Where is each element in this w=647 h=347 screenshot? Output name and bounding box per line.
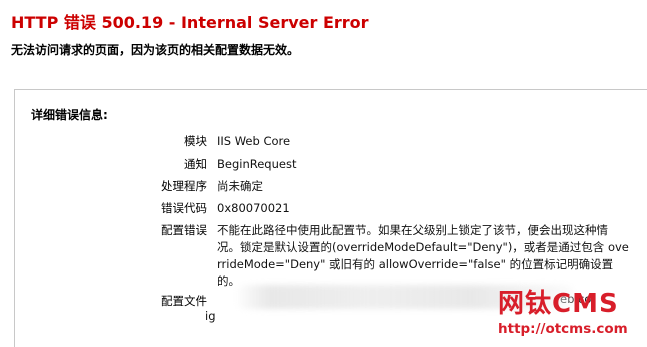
page-title: HTTP 错误 500.19 - Internal Server Error — [11, 13, 369, 32]
detail-row-label: 配置文件 — [161, 294, 207, 308]
watermark: 网钛CMS http://otcms.com — [498, 283, 643, 345]
watermark-url: http://otcms.com — [498, 321, 628, 337]
config-error-line-3: rrideMode="Deny" 或旧有的 allowOverride="fal… — [217, 257, 614, 271]
error-page: HTTP 错误 500.19 - Internal Server Error 无… — [0, 0, 647, 347]
detail-row-value: BeginRequest — [217, 157, 297, 171]
detail-row-label: 处理程序 — [161, 179, 207, 193]
config-error-line-1: 不能在此路径中使用此配置节。如果在父级别上锁定了该节，便会出现这种情 — [217, 223, 608, 237]
detail-row-value: 尚未确定 — [217, 179, 263, 193]
detail-row-value: 0x80070021 — [217, 201, 290, 215]
detail-row-label: 错误代码 — [161, 201, 207, 215]
config-file-line-2: ig — [205, 309, 216, 323]
page-subtitle: 无法访问请求的页面，因为该页的相关配置数据无效。 — [11, 43, 300, 57]
detail-row-label: 通知 — [184, 157, 207, 171]
config-error-line-2: 况。锁定是默认设置的(overrideModeDefault="Deny")，或… — [217, 240, 629, 254]
detail-heading: 详细错误信息: — [31, 108, 108, 122]
watermark-logo: 网钛CMS — [498, 289, 619, 319]
detail-row-label: 模块 — [184, 134, 207, 148]
detail-row-label: 配置错误 — [161, 223, 207, 237]
detail-row-value: IIS Web Core — [217, 134, 291, 148]
